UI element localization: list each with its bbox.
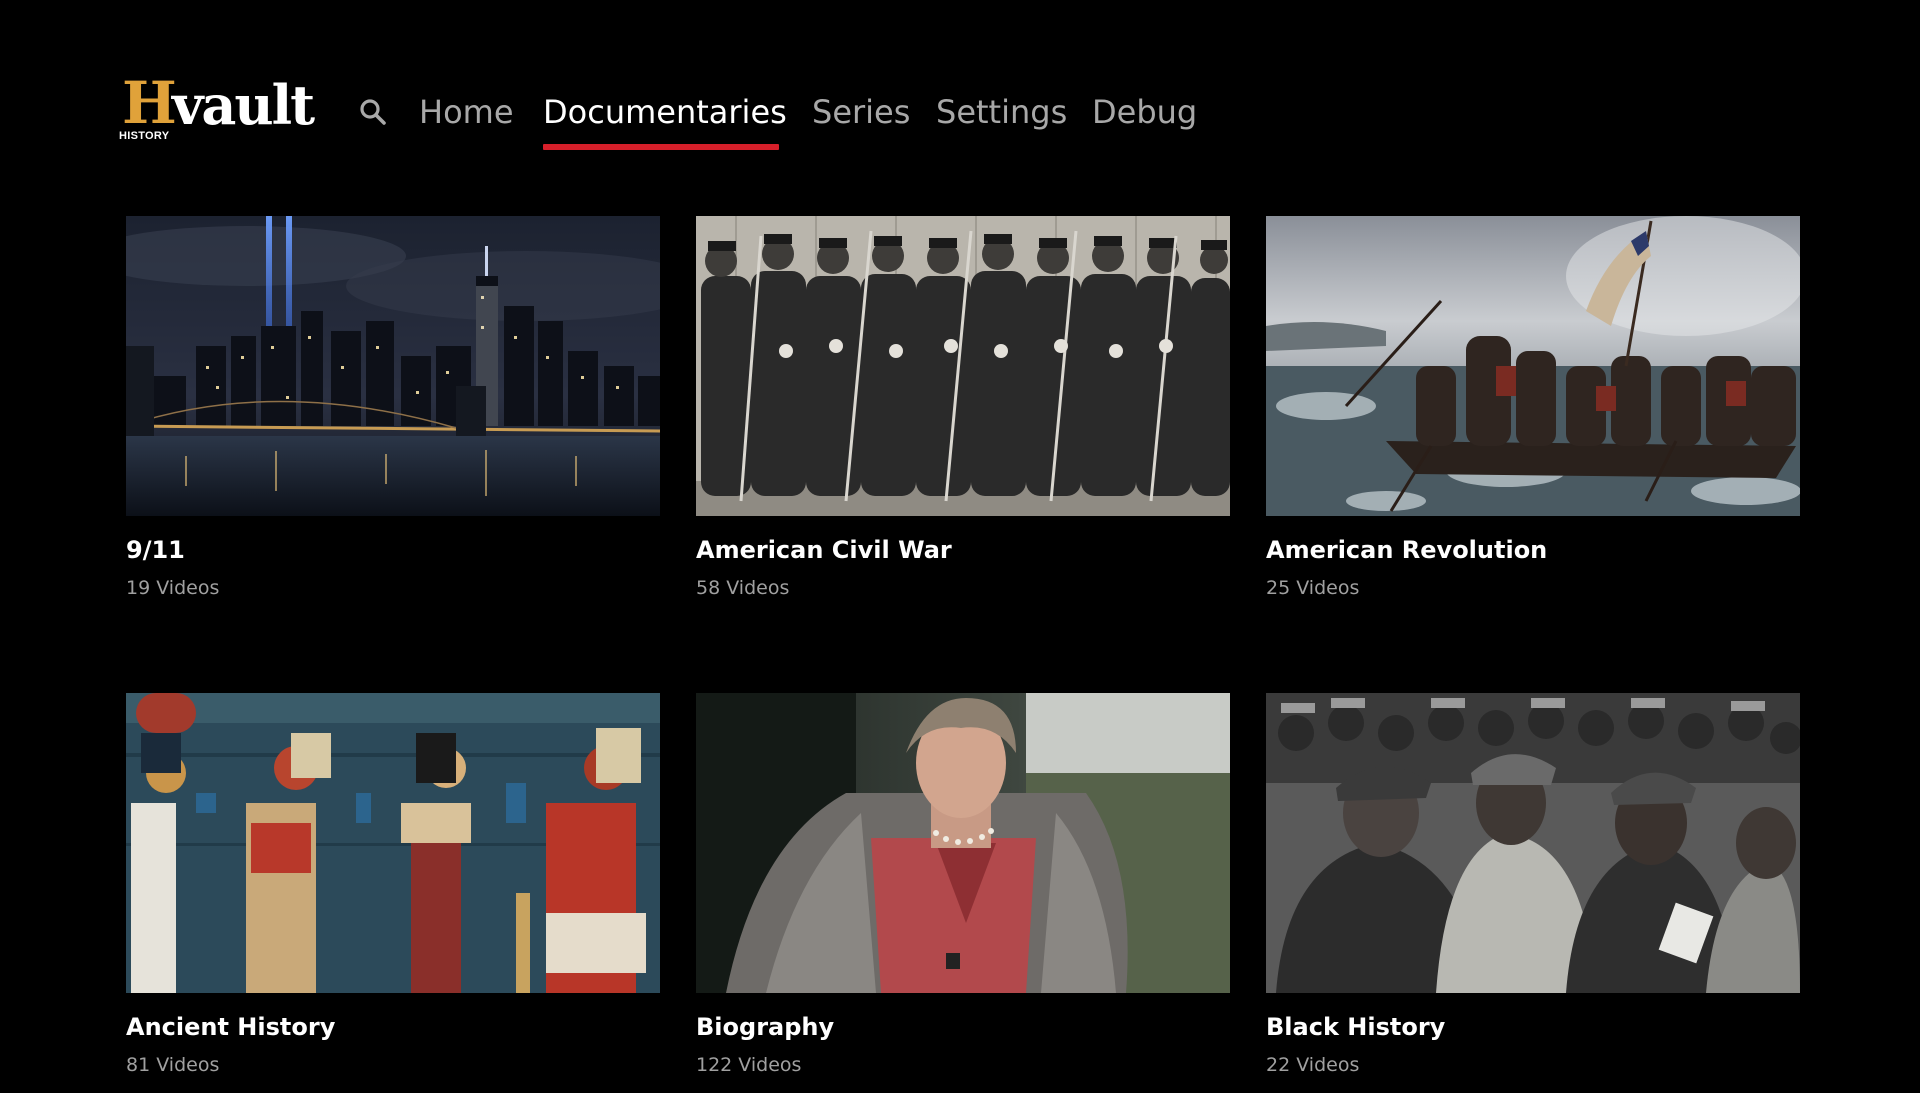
category-card-ancient-history[interactable]: Ancient History 81 Videos bbox=[126, 693, 660, 1093]
nav-item-documentaries[interactable]: Documentaries bbox=[543, 84, 787, 140]
history-vault-logo: H vault HISTORY bbox=[119, 69, 328, 146]
category-card-9-11[interactable]: 9/11 19 Videos bbox=[126, 216, 660, 616]
logo-h-mark: H bbox=[122, 69, 177, 137]
category-title: 9/11 bbox=[126, 536, 185, 564]
category-title: American Revolution bbox=[1266, 536, 1548, 564]
category-card-american-revolution[interactable]: American Revolution 25 Videos bbox=[1266, 216, 1800, 616]
video-count: 58 Videos bbox=[696, 577, 790, 599]
thumbnail-image bbox=[126, 216, 660, 516]
category-card-american-civil-war[interactable]: American Civil War 58 Videos bbox=[696, 216, 1230, 616]
thumbnail-image bbox=[696, 693, 1230, 993]
category-title: American Civil War bbox=[696, 536, 952, 564]
logo-vault-word: vault bbox=[172, 73, 315, 137]
video-count: 22 Videos bbox=[1266, 1054, 1360, 1076]
nav-item-series[interactable]: Series bbox=[812, 84, 910, 140]
video-count: 81 Videos bbox=[126, 1054, 220, 1076]
thumbnail-image bbox=[696, 216, 1230, 516]
category-title: Ancient History bbox=[126, 1013, 336, 1041]
category-card-black-history[interactable]: Black History 22 Videos bbox=[1266, 693, 1800, 1093]
logo-history-word: HISTORY bbox=[119, 130, 170, 142]
thumbnail-image bbox=[126, 693, 660, 993]
video-count: 25 Videos bbox=[1266, 577, 1360, 599]
nav-item-debug[interactable]: Debug bbox=[1092, 84, 1197, 140]
nav-item-home[interactable]: Home bbox=[419, 84, 514, 140]
category-title: Biography bbox=[696, 1013, 835, 1041]
category-card-biography[interactable]: Biography 122 Videos bbox=[696, 693, 1230, 1093]
video-count: 122 Videos bbox=[696, 1054, 802, 1076]
video-count: 19 Videos bbox=[126, 577, 220, 599]
nav-item-settings[interactable]: Settings bbox=[936, 84, 1067, 140]
active-tab-underline bbox=[543, 144, 779, 150]
thumbnail-image bbox=[1266, 216, 1800, 516]
thumbnail-image bbox=[1266, 693, 1800, 993]
category-title: Black History bbox=[1266, 1013, 1446, 1041]
search-icon[interactable] bbox=[359, 98, 387, 126]
